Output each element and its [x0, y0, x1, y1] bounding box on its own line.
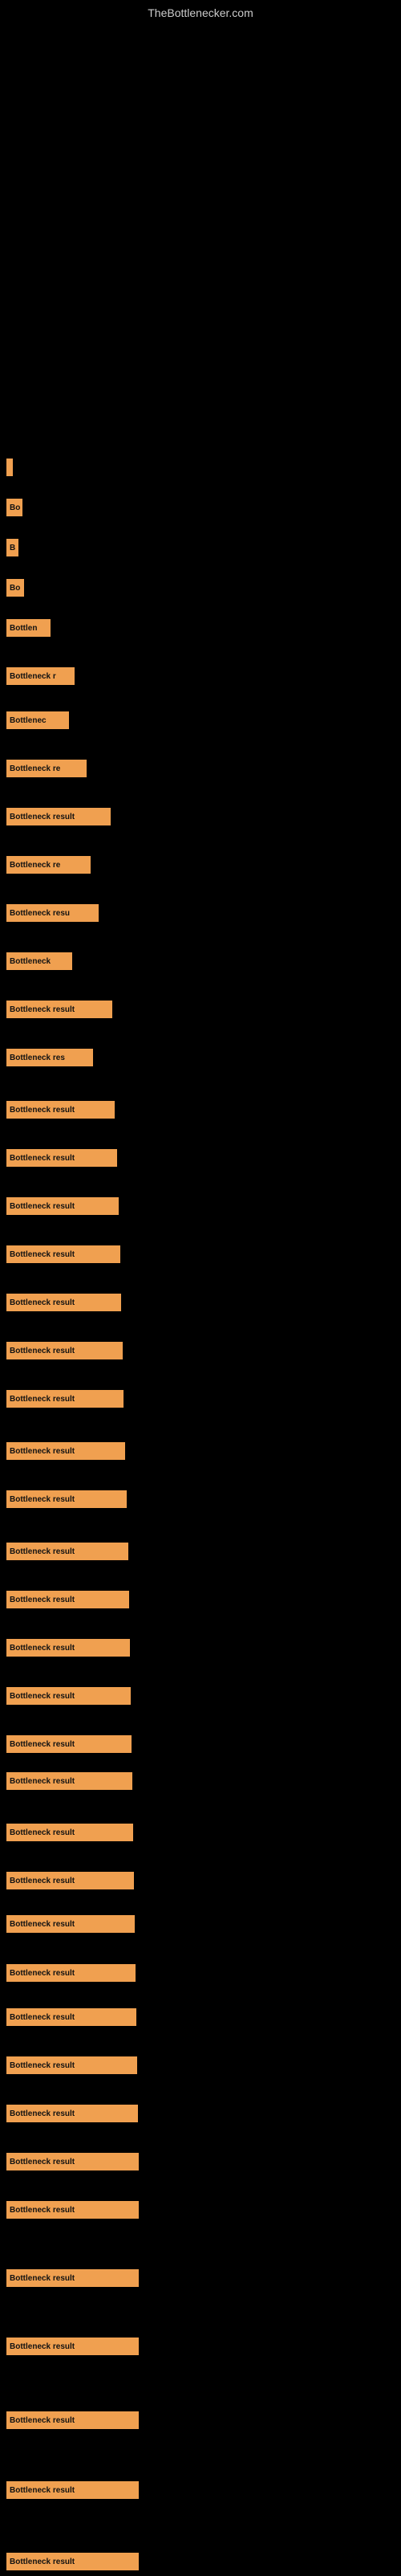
- bar: Bottlen: [6, 619, 51, 637]
- bar: Bottleneck result: [6, 2153, 139, 2170]
- bar: Bottleneck result: [6, 2553, 139, 2570]
- bar: B: [6, 539, 18, 556]
- bar-row: Bottleneck result: [6, 2006, 136, 2028]
- bar: Bottleneck result: [6, 1101, 115, 1119]
- bar-row: Bottleneck result: [6, 1440, 125, 1462]
- chart-area: Bo B Bo Bottlen Bottleneck r Bottlenec Bottlen…: [0, 22, 401, 2576]
- bar: Bottleneck result: [6, 1964, 136, 1982]
- bar-row: Bottleneck resu: [6, 902, 99, 924]
- bar: Bottleneck result: [6, 1490, 127, 1508]
- bar-row: B: [6, 536, 18, 559]
- bar: Bo: [6, 499, 22, 516]
- bar: Bottleneck res: [6, 1049, 93, 1066]
- bar-row: Bottleneck r: [6, 665, 75, 687]
- bar-row: Bottleneck result: [6, 1388, 124, 1410]
- bar-row: Bottleneck result: [6, 2479, 139, 2501]
- bar-row: Bottleneck result: [6, 805, 111, 828]
- bar: Bottleneck result: [6, 1390, 124, 1408]
- bar: Bottleneck result: [6, 1872, 134, 1889]
- bar-row: Bottlen: [6, 617, 51, 639]
- bar: Bottleneck result: [6, 2411, 139, 2429]
- bar: Bottleneck result: [6, 1294, 121, 1311]
- bar-row: Bottleneck result: [6, 2102, 138, 2125]
- bar-row: Bottleneck result: [6, 1243, 120, 1266]
- bar-row: Bottleneck result: [6, 1098, 115, 1121]
- bar: Bottlenec: [6, 711, 69, 729]
- bar: Bottleneck result: [6, 1342, 123, 1359]
- bar-row: Bottleneck result: [6, 1588, 129, 1611]
- bar-row: Bo: [6, 577, 24, 599]
- bar: Bottleneck result: [6, 2338, 139, 2355]
- bar-row: Bottlenec: [6, 709, 69, 732]
- bar: Bottleneck result: [6, 1735, 132, 1753]
- bar: Bottleneck result: [6, 1001, 112, 1018]
- bar: Bottleneck result: [6, 1245, 120, 1263]
- bar-row: Bottleneck result: [6, 1913, 135, 1935]
- bar-row: Bottleneck result: [6, 1195, 119, 1217]
- bar: Bottleneck result: [6, 2481, 139, 2499]
- bar: Bottleneck result: [6, 1197, 119, 1215]
- bar-row: Bottleneck: [6, 950, 72, 972]
- bar-row: Bottleneck res: [6, 1046, 93, 1069]
- bar: Bottleneck result: [6, 1639, 130, 1657]
- bar: Bottleneck result: [6, 1442, 125, 1460]
- bar-row: Bottleneck result: [6, 1540, 128, 1563]
- bar-row: Bottleneck result: [6, 2267, 139, 2289]
- bar-row: Bottleneck result: [6, 2409, 139, 2431]
- bar-row: Bottleneck result: [6, 1488, 127, 1510]
- bar-row: Bottleneck result: [6, 1733, 132, 1755]
- bar-row: Bottleneck result: [6, 1770, 132, 1792]
- bar-row: Bottleneck result: [6, 1291, 121, 1314]
- bar-row: Bottleneck result: [6, 1821, 133, 1844]
- bar: Bottleneck result: [6, 1824, 133, 1841]
- bar-row: Bottleneck result: [6, 2199, 139, 2221]
- bar-row: Bottleneck result: [6, 1869, 134, 1892]
- bar-row: [6, 456, 13, 479]
- bar-row: Bottleneck result: [6, 998, 112, 1021]
- bar: Bottleneck: [6, 952, 72, 970]
- bar: Bottleneck result: [6, 1915, 135, 1933]
- bar: Bo: [6, 579, 24, 597]
- bar: Bottleneck result: [6, 1149, 117, 1167]
- bar: Bottleneck r: [6, 667, 75, 685]
- bar-row: Bottleneck result: [6, 1147, 117, 1169]
- bar: Bottleneck result: [6, 1543, 128, 1560]
- site-title: TheBottlenecker.com: [0, 0, 401, 22]
- bar: Bottleneck result: [6, 2056, 137, 2074]
- bar: Bottleneck result: [6, 1772, 132, 1790]
- bar: Bottleneck result: [6, 2105, 138, 2122]
- bar-row: Bottleneck result: [6, 1636, 130, 1659]
- bar: Bottleneck result: [6, 808, 111, 825]
- bar-row: Bo: [6, 496, 22, 519]
- bar: Bottleneck result: [6, 2269, 139, 2287]
- bar: Bottleneck result: [6, 1687, 131, 1705]
- bar: [6, 459, 13, 476]
- page-container: TheBottlenecker.com Bo B Bo Bottlen Bottlene…: [0, 0, 401, 2576]
- bar: Bottleneck result: [6, 2201, 139, 2219]
- bar: Bottleneck result: [6, 1591, 129, 1608]
- bar-row: Bottleneck result: [6, 2335, 139, 2358]
- bar-row: Bottleneck result: [6, 1339, 123, 1362]
- bar-row: Bottleneck re: [6, 854, 91, 876]
- bar-row: Bottleneck result: [6, 1962, 136, 1984]
- bar: Bottleneck result: [6, 2008, 136, 2026]
- bar: Bottleneck re: [6, 856, 91, 874]
- bar-row: Bottleneck result: [6, 2054, 137, 2077]
- bar-row: Bottleneck result: [6, 2150, 139, 2173]
- bar: Bottleneck resu: [6, 904, 99, 922]
- bar: Bottleneck re: [6, 760, 87, 777]
- bar-row: Bottleneck re: [6, 757, 87, 780]
- bar-row: Bottleneck result: [6, 1685, 131, 1707]
